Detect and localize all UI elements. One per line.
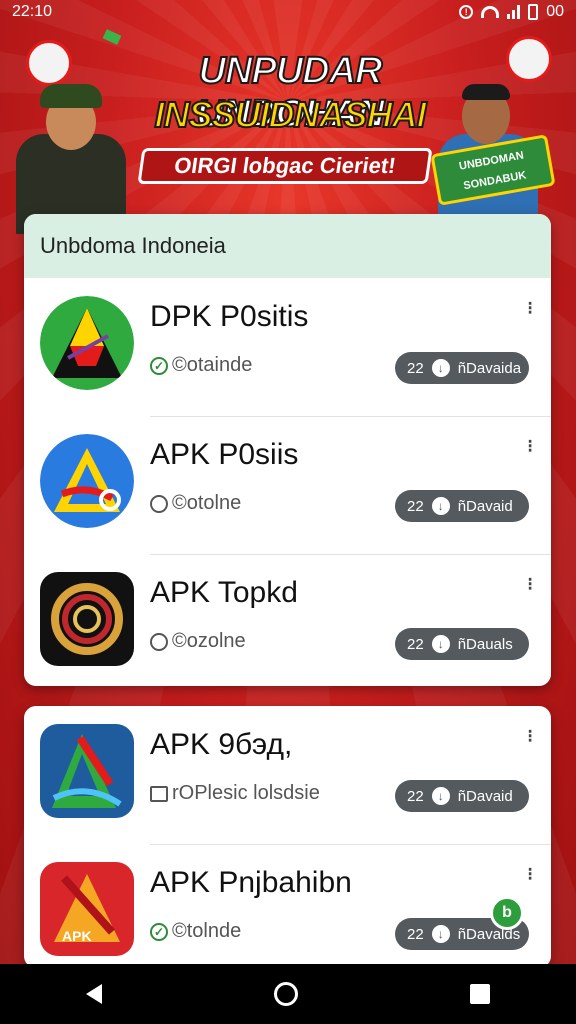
download-button[interactable]: 22 ↓ ñDavaid	[395, 490, 529, 522]
app-status: ✓ ©otainde	[150, 354, 252, 377]
download-label: ñDavaid	[457, 497, 513, 515]
more-options-icon[interactable]: ⁝	[527, 726, 533, 747]
floating-action-icon[interactable]: b	[490, 896, 524, 930]
status-bar: 22:10 ! 00	[0, 0, 576, 24]
list-item[interactable]: APK P0siis ©otolne ⁝ 22 ↓ ñDavaid	[24, 416, 551, 554]
download-button[interactable]: 22 ↓ ñDavaida	[395, 352, 529, 384]
download-label: ñDavaid	[457, 787, 513, 805]
list-item[interactable]: APK Topkd ©ozolne ⁝ 22 ↓ ñDauals	[24, 554, 551, 686]
app-name: APK Pnjbahibn	[150, 866, 352, 899]
app-status: ©ozolne	[150, 630, 246, 653]
blue-a-icon	[40, 434, 134, 528]
apk-icon-label: APK	[62, 928, 92, 944]
download-label: ñDauals	[457, 635, 513, 653]
download-count: 22	[407, 359, 424, 377]
more-options-icon[interactable]: ⁝	[527, 436, 533, 457]
download-count: 22	[407, 635, 424, 653]
status-time: 22:10	[12, 3, 53, 20]
red-apk-icon: APK	[40, 862, 134, 956]
alert-icon: !	[459, 5, 474, 19]
confetti-decoration	[102, 29, 122, 45]
app-name: APK P0siis	[150, 438, 299, 471]
app-name: APK Topkd	[150, 576, 298, 609]
download-button[interactable]: 22 ↓ ñDavaid	[395, 780, 529, 812]
list-item[interactable]: DPK P0sitis ✓ ©otainde ⁝ 22 ↓ ñDavaida	[24, 278, 551, 416]
app-status: ©otolne	[150, 492, 241, 515]
recent-apps-icon[interactable]	[470, 984, 490, 1004]
wifi-icon	[481, 6, 500, 18]
list-item[interactable]: APK APK Pnjbahibn ✓ ©tolnde ⁝ 22 ↓ ñDava…	[24, 844, 551, 968]
app-status-text: ©ozolne	[172, 630, 246, 652]
app-list-card: Unbdoma Indoneia DPK P0sitis ✓ ©otainde …	[24, 214, 551, 686]
download-button[interactable]: 22 ↓ ñDauals	[395, 628, 529, 660]
more-options-icon[interactable]: ⁝	[527, 298, 533, 319]
green-triangle-icon	[40, 296, 134, 390]
download-count: 22	[407, 787, 424, 805]
download-icon: ↓	[431, 925, 450, 943]
more-options-icon[interactable]: ⁝	[527, 864, 533, 885]
download-count: 22	[407, 925, 424, 943]
home-icon[interactable]	[274, 982, 298, 1006]
app-list-card-secondary: APK 9бэд, rOPlesic lolsdsie ⁝ 22 ↓ ñDava…	[24, 706, 551, 968]
download-icon: ↓	[431, 787, 450, 805]
download-icon: ↓	[431, 635, 450, 653]
battery-icon	[528, 4, 539, 20]
battery-text: 00	[546, 3, 564, 20]
circle-icon	[150, 632, 168, 651]
app-status-text: ©otolne	[172, 492, 242, 514]
card-header: Unbdoma Indoneia	[24, 214, 551, 278]
gold-ring-icon	[40, 572, 134, 666]
app-name: APK 9бэд,	[150, 728, 293, 761]
download-icon: ↓	[431, 359, 450, 377]
signal-icon	[507, 5, 521, 19]
app-status: rOPlesic lolsdsie	[150, 782, 320, 805]
promo-banner[interactable]: UNPUDAR UNDOHAN INSSUIDNASHAI OIRGI lobg…	[0, 24, 576, 234]
list-item[interactable]: APK 9бэд, rOPlesic lolsdsie ⁝ 22 ↓ ñDava…	[24, 706, 551, 844]
app-status-text: rOPlesic lolsdsie	[172, 782, 320, 804]
blue-green-a-icon	[40, 724, 134, 818]
more-options-icon[interactable]: ⁝	[527, 574, 533, 595]
app-status: ✓ ©tolnde	[150, 920, 241, 943]
download-count: 22	[407, 497, 424, 515]
app-name: DPK P0sitis	[150, 300, 309, 333]
doc-icon	[150, 785, 168, 802]
check-icon: ✓	[150, 922, 168, 941]
navigation-bar	[0, 964, 576, 1024]
download-label: ñDavaida	[457, 359, 522, 377]
status-icons: ! 00	[459, 3, 564, 21]
app-status-text: ©tolnde	[172, 920, 242, 942]
circle-icon	[150, 494, 168, 513]
check-icon: ✓	[150, 356, 168, 375]
back-icon[interactable]	[86, 984, 102, 1004]
download-icon: ↓	[431, 497, 450, 515]
banner-title-secondary: INSSUIDNASHAI	[153, 93, 427, 136]
banner-subtitle: OIRGI lobgac Cieriet!	[137, 148, 433, 184]
app-status-text: ©otainde	[172, 354, 253, 376]
